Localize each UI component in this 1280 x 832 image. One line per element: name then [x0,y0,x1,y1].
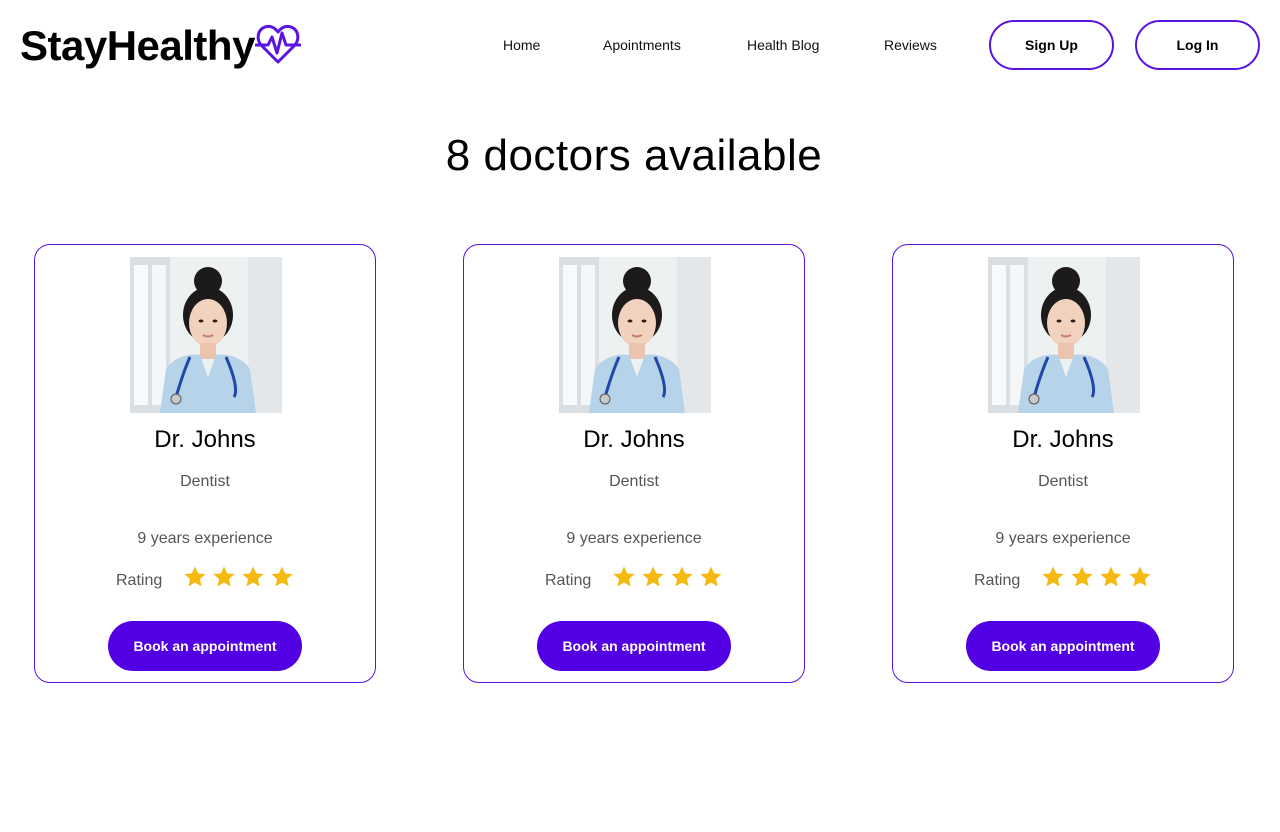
nav-appointments[interactable]: Apointments [603,36,681,54]
star-icon [242,566,264,587]
book-appointment-button[interactable]: Book an appointment [537,621,731,671]
doctor-photo [130,257,282,413]
doctor-card: Dr. Johns Dentist 9 years experience Rat… [34,244,376,683]
rating-label: Rating [545,572,592,589]
star-icon [613,566,635,587]
rating-stars [612,565,723,589]
doctor-photo-image [559,257,711,413]
rating-label: Rating [974,572,1021,589]
nav-home[interactable]: Home [503,36,540,54]
star-icon [1100,566,1122,587]
doctor-card: Dr. Johns Dentist 9 years experience Rat… [463,244,805,683]
doctor-experience: 9 years experience [566,530,702,547]
site-header: StayHealthy Home Apointments Health Blog… [0,0,1280,90]
star-icon [671,566,693,587]
doctor-card: Dr. Johns Dentist 9 years experience Rat… [892,244,1234,683]
log-in-button[interactable]: Log In [1135,20,1260,70]
rating-stars [1041,565,1152,589]
doctor-specialty: Dentist [180,473,230,490]
doctor-name: Dr. Johns [583,426,685,453]
star-icon [184,566,206,587]
book-appointment-button[interactable]: Book an appointment [108,621,302,671]
nav-health-blog[interactable]: Health Blog [747,36,819,54]
star-icon [271,566,293,587]
star-icon [1042,566,1064,587]
book-appointment-button[interactable]: Book an appointment [966,621,1160,671]
star-icon [642,566,664,587]
rating-label: Rating [116,572,163,589]
nav-reviews[interactable]: Reviews [884,36,937,54]
rating-stars [183,565,294,589]
doctor-experience: 9 years experience [995,530,1131,547]
doctor-specialty: Dentist [1038,473,1088,490]
sign-up-button[interactable]: Sign Up [989,20,1114,70]
doctor-experience: 9 years experience [137,530,273,547]
doctor-name: Dr. Johns [1012,426,1114,453]
star-icon [1129,566,1151,587]
star-icon [700,566,722,587]
doctor-name: Dr. Johns [154,426,256,453]
doctor-photo-image [988,257,1140,413]
doctor-photo [559,257,711,413]
doctor-photo [988,257,1140,413]
doctor-specialty: Dentist [609,473,659,490]
doctor-photo-image [130,257,282,413]
page-title: 8 doctors available [445,131,823,180]
star-icon [1071,566,1093,587]
star-icon [213,566,235,587]
